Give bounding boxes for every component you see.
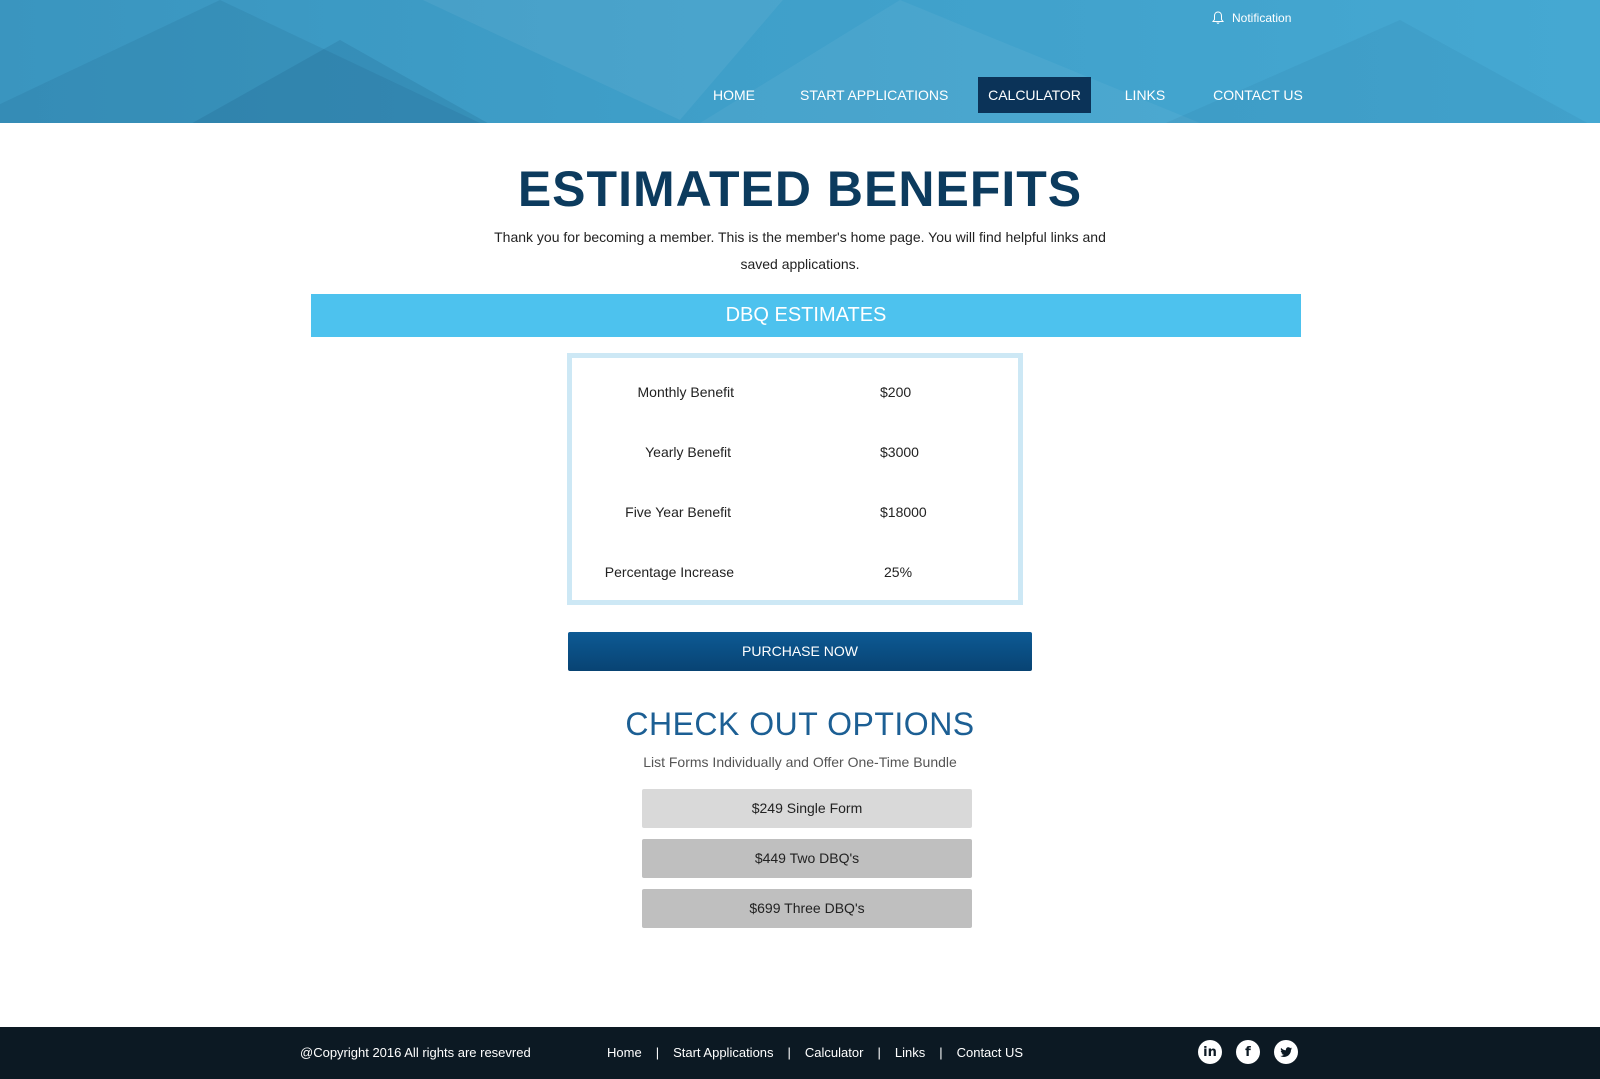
social-links: in f: [1198, 1040, 1298, 1064]
linkedin-icon[interactable]: in: [1198, 1040, 1222, 1064]
purchase-now-button[interactable]: PURCHASE NOW: [568, 632, 1032, 671]
footer-separator: |: [939, 1045, 943, 1060]
nav-start-applications[interactable]: START APPLICATIONS: [800, 77, 948, 113]
estimate-value: $200: [880, 384, 912, 400]
footer-link-contact-us[interactable]: Contact US: [957, 1045, 1023, 1060]
estimate-label: Yearly Benefit: [645, 444, 731, 460]
checkout-options-subtitle: List Forms Individually and Offer One-Ti…: [643, 754, 957, 770]
main-nav: HOME START APPLICATIONS CALCULATOR LINKS…: [0, 77, 1600, 113]
estimate-label: Five Year Benefit: [625, 504, 731, 520]
estimate-label: Percentage Increase: [604, 564, 734, 580]
estimate-row: Five Year Benefit $18000: [572, 504, 1018, 524]
nav-links[interactable]: LINKS: [1120, 77, 1170, 113]
nav-contact-us[interactable]: CONTACT US: [1208, 77, 1308, 113]
estimate-value: $3000: [880, 444, 919, 460]
footer-separator: |: [787, 1045, 791, 1060]
estimates-table: Monthly Benefit $200 Yearly Benefit $300…: [567, 353, 1023, 605]
notification-link[interactable]: Notification: [1212, 11, 1291, 25]
footer-links: Home | Start Applications | Calculator |…: [607, 1045, 1023, 1060]
nav-home[interactable]: HOME: [702, 77, 766, 113]
option-two-dbqs-button[interactable]: $449 Two DBQ's: [642, 839, 972, 878]
dbq-estimates-header: DBQ ESTIMATES: [311, 294, 1301, 337]
estimate-row: Percentage Increase 25%: [572, 564, 1018, 584]
option-three-dbqs-button[interactable]: $699 Three DBQ's: [642, 889, 972, 928]
option-single-form-button[interactable]: $249 Single Form: [642, 789, 972, 828]
copyright-text: @Copyright 2016 All rights are resevred: [300, 1045, 531, 1060]
footer-separator: |: [877, 1045, 881, 1060]
footer-link-links[interactable]: Links: [895, 1045, 925, 1060]
estimate-row: Monthly Benefit $200: [572, 384, 1018, 404]
site-header: Notification HOME START APPLICATIONS CAL…: [0, 0, 1600, 123]
site-footer: @Copyright 2016 All rights are resevred …: [0, 1027, 1600, 1079]
estimate-value: $18000: [880, 504, 927, 520]
notification-label: Notification: [1232, 11, 1292, 25]
footer-separator: |: [655, 1045, 660, 1060]
twitter-icon[interactable]: [1274, 1040, 1298, 1064]
estimate-row: Yearly Benefit $3000: [572, 444, 1018, 464]
twitter-bird-glyph: [1280, 1047, 1293, 1057]
intro-text: Thank you for becoming a member. This is…: [494, 229, 1106, 272]
footer-link-calculator[interactable]: Calculator: [805, 1045, 864, 1060]
nav-calculator[interactable]: CALCULATOR: [978, 77, 1091, 113]
footer-link-home[interactable]: Home: [607, 1045, 642, 1060]
facebook-icon[interactable]: f: [1236, 1040, 1260, 1064]
bell-icon: [1212, 11, 1224, 24]
footer-link-start-applications[interactable]: Start Applications: [673, 1045, 773, 1060]
page-title: ESTIMATED BENEFITS: [517, 161, 1083, 217]
checkout-options-title: CHECK OUT OPTIONS: [625, 706, 975, 742]
estimate-label: Monthly Benefit: [637, 384, 735, 400]
estimate-value: 25%: [884, 564, 913, 580]
